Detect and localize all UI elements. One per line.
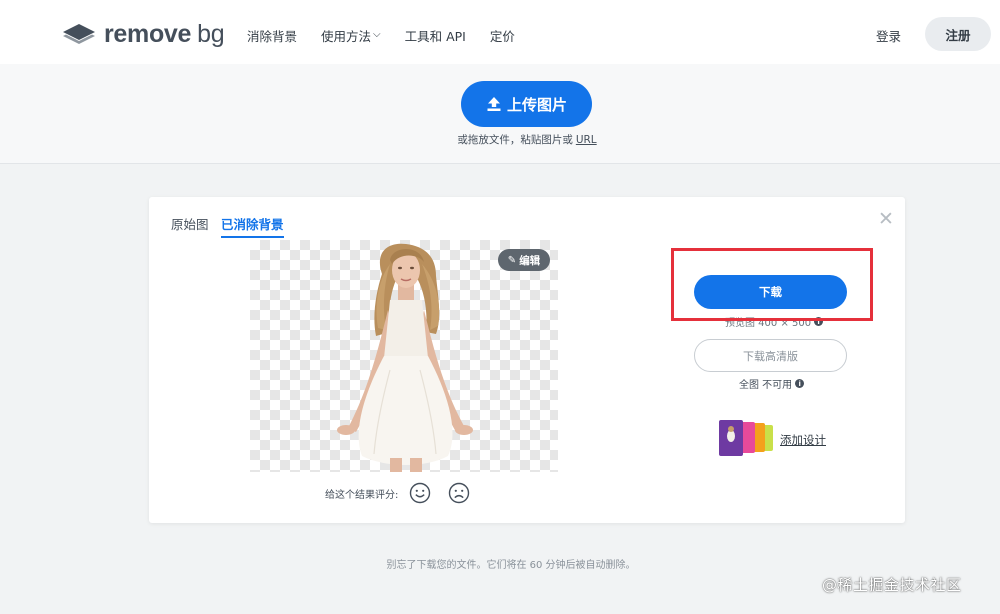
smile-face-icon[interactable] bbox=[409, 482, 431, 504]
nav-how-to-use[interactable]: 使用方法 ⌵ bbox=[321, 26, 381, 45]
edit-label: 编辑 bbox=[519, 254, 541, 267]
add-design-link[interactable]: 添加设计 bbox=[780, 432, 826, 448]
woman-cutout-image bbox=[337, 243, 473, 472]
nav-pricing[interactable]: 定价 bbox=[490, 26, 515, 45]
logo-word: remove bbox=[104, 19, 192, 48]
rating-row: 给这个结果评分: bbox=[325, 482, 470, 504]
design-thumbnail[interactable] bbox=[719, 420, 775, 456]
paste-url-link[interactable]: URL bbox=[576, 134, 597, 146]
hd-availability-note: 全图 不可用 i bbox=[739, 376, 805, 391]
logo-layers-icon bbox=[63, 24, 95, 44]
auto-delete-note: 别忘了下载您的文件。它们将在 60 分钟后被自动删除。 bbox=[386, 560, 636, 571]
result-image-preview: ✎ 编辑 bbox=[250, 240, 558, 472]
tab-original[interactable]: 原始图 bbox=[171, 214, 209, 233]
upload-arrow-icon bbox=[486, 96, 502, 112]
top-navbar: remove bg 消除背景 使用方法 ⌵ 工具和 API 定价 登录 注册 bbox=[0, 0, 1000, 64]
nav-label: 定价 bbox=[489, 29, 515, 44]
nav-label: 工具和 API bbox=[404, 29, 466, 44]
login-link[interactable]: 登录 bbox=[876, 26, 901, 45]
nav-tools-api[interactable]: 工具和 API bbox=[405, 26, 466, 45]
pencil-icon: ✎ bbox=[507, 254, 517, 266]
tab-removed-background[interactable]: 已消除背景 bbox=[221, 214, 284, 238]
main-nav: 消除背景 使用方法 ⌵ 工具和 API 定价 bbox=[247, 26, 539, 45]
upload-section: 上传图片 或拖放文件，粘贴图片或 URL bbox=[0, 64, 1000, 164]
logo-suffix: bg bbox=[197, 19, 225, 48]
nav-label: 使用方法 bbox=[321, 29, 372, 44]
upload-button-label: 上传图片 bbox=[506, 95, 567, 114]
edit-button[interactable]: ✎ 编辑 bbox=[498, 249, 550, 271]
watermark: @稀土掘金技术社区 bbox=[822, 576, 962, 594]
upload-image-button[interactable]: 上传图片 bbox=[461, 81, 592, 127]
nav-remove-background[interactable]: 消除背景 bbox=[247, 26, 297, 45]
removebg-logo[interactable]: remove bg bbox=[62, 19, 225, 49]
info-icon[interactable]: i bbox=[795, 379, 805, 388]
sad-face-icon[interactable] bbox=[448, 482, 470, 504]
close-icon[interactable]: ✕ bbox=[878, 208, 894, 230]
upload-hint: 或拖放文件，粘贴图片或 URL bbox=[0, 132, 1000, 147]
hd-note-text: 全图 不可用 bbox=[739, 380, 793, 391]
signup-button[interactable]: 注册 bbox=[925, 17, 991, 51]
download-hd-button[interactable]: 下载高清版 bbox=[694, 339, 847, 372]
nav-label: 消除背景 bbox=[247, 29, 298, 44]
logo-wordmark: remove bg bbox=[104, 19, 225, 49]
download-highlight-frame bbox=[671, 248, 873, 321]
rating-label: 给这个结果评分: bbox=[325, 489, 399, 501]
chevron-down-icon: ⌵ bbox=[373, 29, 381, 40]
upload-hint-text: 或拖放文件，粘贴图片或 bbox=[457, 134, 573, 146]
